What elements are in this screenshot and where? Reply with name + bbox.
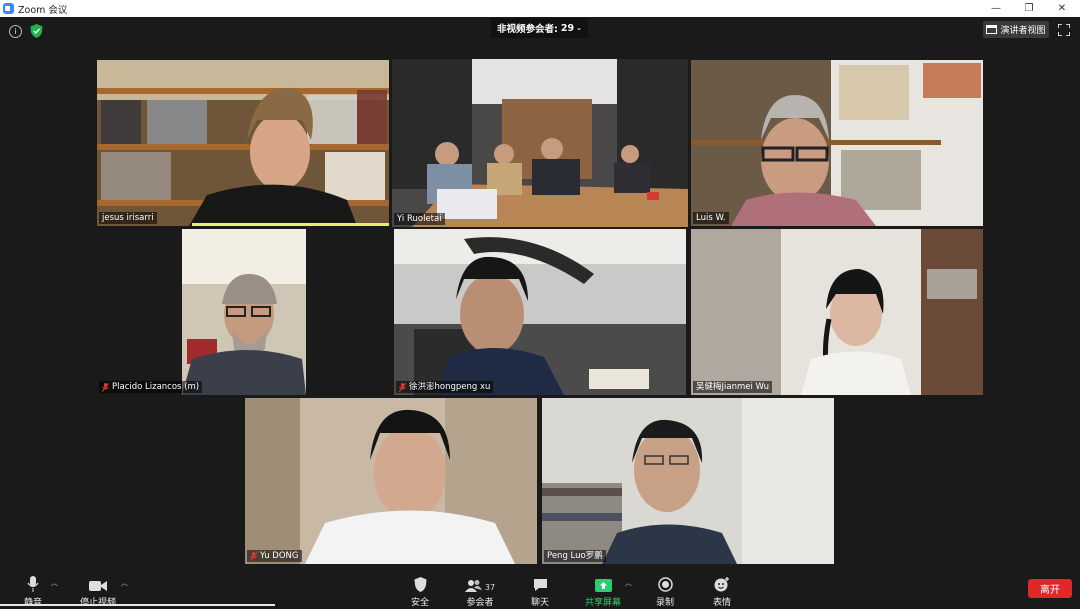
- share-screen-icon: [594, 572, 612, 592]
- horizontal-scroll-indicator: [0, 604, 275, 606]
- video-tile[interactable]: 徐洪澎hongpeng xu: [394, 229, 686, 395]
- participant-name: 徐洪澎hongpeng xu: [409, 382, 491, 392]
- video-tile[interactable]: jesus irisarri: [97, 60, 389, 226]
- participants-icon: [464, 580, 482, 592]
- microphone-icon: [27, 572, 39, 592]
- chevron-down-icon: ⌄: [576, 24, 582, 32]
- nonvideo-count: 29: [560, 22, 575, 34]
- participant-name-tag: Yu DONG: [247, 550, 302, 562]
- video-tile[interactable]: Peng Luo罗鹏: [542, 398, 834, 564]
- speaker-view-icon: [986, 25, 998, 34]
- participant-name: jesus irisarri: [102, 213, 154, 223]
- audio-options-chevron-icon[interactable]: ︿: [51, 578, 58, 588]
- participant-video: [691, 229, 983, 395]
- stop-video-label: 停止视频: [79, 598, 116, 608]
- security-label: 安全: [410, 598, 429, 608]
- muted-mic-icon: [250, 551, 257, 561]
- muted-mic-icon: [102, 382, 109, 392]
- nonvideo-participants-button[interactable]: 非视频参会者: 29 ⌄: [491, 18, 588, 38]
- record-icon: [657, 572, 673, 592]
- participant-name: Luis W.: [696, 213, 726, 223]
- participant-video: [691, 60, 983, 226]
- video-camera-icon: [89, 572, 107, 592]
- close-button[interactable]: ✕: [1048, 0, 1076, 17]
- mute-label: 静音: [23, 598, 42, 608]
- video-options-chevron-icon[interactable]: ︿: [121, 578, 128, 588]
- participant-name-tag: 徐洪澎hongpeng xu: [396, 381, 494, 393]
- participant-video: [245, 398, 537, 564]
- participant-name: 吴健梅Jianmei Wu: [696, 382, 770, 392]
- chat-button[interactable]: 聊天: [525, 572, 555, 609]
- participant-name: Placido Lizancos (m): [112, 382, 200, 392]
- participant-name-tag: Placido Lizancos (m): [99, 381, 203, 393]
- reactions-button[interactable]: 表情: [707, 572, 737, 609]
- participants-count: 37: [484, 583, 496, 592]
- participant-video: [392, 59, 688, 227]
- participant-name: Yu DONG: [260, 551, 299, 561]
- video-tile[interactable]: Luis W.: [691, 60, 983, 226]
- participants-button[interactable]: 37 参会者: [462, 572, 498, 609]
- participant-name-tag: Peng Luo罗鹏: [544, 550, 606, 562]
- speaker-view-label: 演讲者视图: [1000, 26, 1046, 36]
- participant-video: [394, 229, 686, 395]
- title-bar: Zoom 会议 — ❐ ✕: [0, 0, 1080, 17]
- participant-name-tag: Yi Ruoletai: [394, 213, 445, 225]
- nonvideo-label: 非视频参会者:: [497, 24, 558, 35]
- share-options-chevron-icon[interactable]: ︿: [625, 578, 632, 588]
- participants-label: 参会者: [466, 598, 494, 608]
- share-screen-button[interactable]: 共享屏幕: [582, 572, 624, 609]
- talking-indicator: [192, 223, 389, 226]
- share-screen-label: 共享屏幕: [584, 598, 621, 608]
- participant-video: [97, 60, 389, 226]
- video-tile[interactable]: Yu DONG: [245, 398, 537, 564]
- record-button[interactable]: 录制: [650, 572, 680, 609]
- encryption-shield-icon[interactable]: [30, 24, 43, 38]
- participant-name-tag: 吴健梅Jianmei Wu: [693, 381, 773, 393]
- participant-name: Yi Ruoletai: [397, 214, 442, 224]
- participant-video: [97, 229, 389, 395]
- reaction-smile-icon: [714, 572, 730, 592]
- window-title: Zoom 会议: [18, 4, 68, 16]
- meeting-info-icon[interactable]: i: [9, 25, 22, 38]
- speaker-view-button[interactable]: 演讲者视图: [983, 21, 1049, 38]
- participants-icon-group: 37: [464, 572, 496, 592]
- security-button[interactable]: 安全: [405, 572, 435, 609]
- chat-bubble-icon: [533, 572, 548, 592]
- zoom-logo-icon: [3, 3, 14, 14]
- participant-name-tag: jesus irisarri: [99, 212, 157, 224]
- chat-label: 聊天: [530, 598, 549, 608]
- video-tile[interactable]: 吴健梅Jianmei Wu: [691, 229, 983, 395]
- participant-name: Peng Luo罗鹏: [547, 551, 603, 561]
- restore-button[interactable]: ❐: [1015, 0, 1043, 17]
- participant-video: [542, 398, 834, 564]
- leave-meeting-button[interactable]: 离开: [1028, 579, 1072, 598]
- participant-name-tag: Luis W.: [693, 212, 729, 224]
- leave-label: 离开: [1040, 585, 1060, 596]
- muted-mic-icon: [399, 382, 406, 392]
- security-shield-icon: [414, 572, 427, 592]
- reactions-label: 表情: [712, 598, 731, 608]
- record-label: 录制: [655, 598, 674, 608]
- video-tile-active-speaker[interactable]: Yi Ruoletai: [392, 59, 688, 227]
- fullscreen-icon[interactable]: [1058, 24, 1070, 36]
- video-tile[interactable]: Placido Lizancos (m): [97, 229, 389, 395]
- minimize-button[interactable]: —: [982, 0, 1010, 17]
